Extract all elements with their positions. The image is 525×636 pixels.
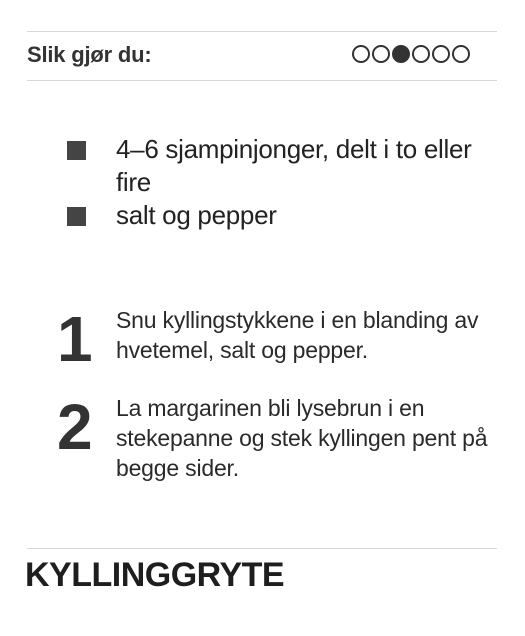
header-divider: [27, 80, 497, 81]
step-text: La margarinen bli lysebrun i en stekepan…: [116, 395, 488, 481]
difficulty-dot-icon: [372, 45, 390, 63]
instruction-steps: 1 Snu kyllingstykkene i en blanding av h…: [0, 305, 525, 483]
ingredient-list: 4–6 sjampinjonger, delt i to eller fire …: [0, 133, 525, 232]
step-item: 2 La margarinen bli lysebrun i en stekep…: [0, 393, 525, 483]
difficulty-dot-icon: [352, 45, 370, 63]
recipe-title: KYLLINGGRYTE: [25, 556, 285, 594]
difficulty-dot-icon: [392, 45, 410, 63]
square-bullet-icon: [67, 207, 86, 226]
step-number: 1: [57, 303, 93, 375]
difficulty-dot-icon: [452, 45, 470, 63]
square-bullet-icon: [67, 141, 86, 160]
section-title: Slik gjør du:: [27, 42, 152, 67]
step-number: 2: [57, 391, 93, 463]
ingredient-text: 4–6 sjampinjonger, delt i to eller fire: [116, 134, 472, 197]
list-item: 4–6 sjampinjonger, delt i to eller fire: [0, 133, 525, 199]
footer-divider: [27, 548, 497, 549]
top-divider: [27, 31, 497, 32]
step-item: 1 Snu kyllingstykkene i en blanding av h…: [0, 305, 525, 393]
difficulty-dot-icon: [432, 45, 450, 63]
difficulty-dot-icon: [412, 45, 430, 63]
step-text: Snu kyllingstykkene i en blanding av hve…: [116, 307, 479, 363]
ingredient-text: salt og pepper: [116, 200, 277, 230]
difficulty-rating: [352, 45, 470, 63]
list-item: salt og pepper: [0, 199, 525, 232]
